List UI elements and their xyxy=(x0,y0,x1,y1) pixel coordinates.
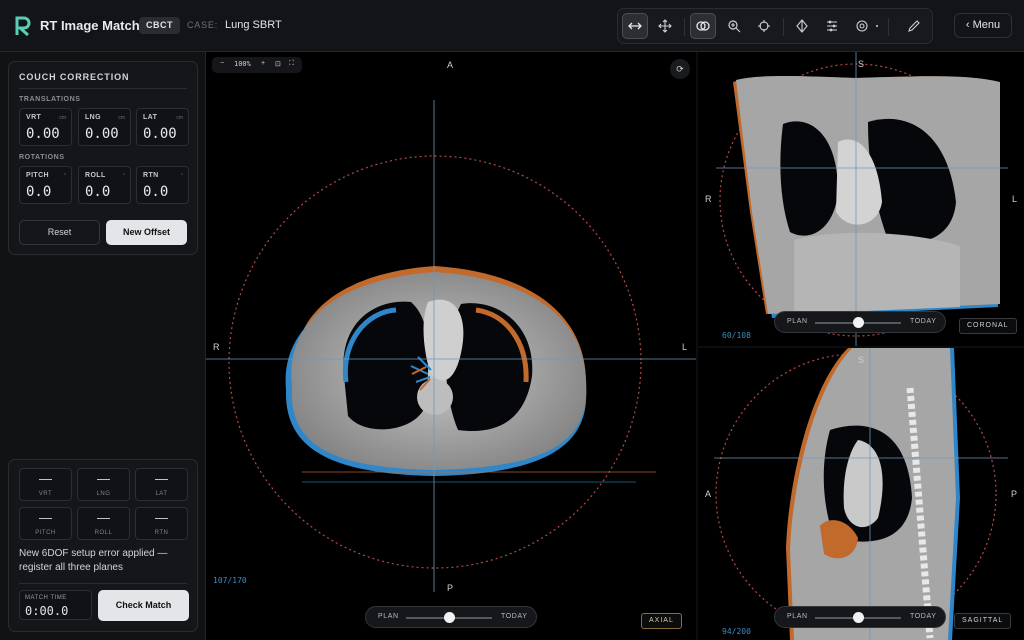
axial-viewport[interactable]: A P R L 107/170 PLAN TODAY AXIAL xyxy=(206,52,696,640)
residual-lat: — LAT xyxy=(135,468,188,501)
axial-blend-slider[interactable]: PLAN TODAY xyxy=(365,606,537,628)
menu-button[interactable]: ‹ Menu xyxy=(954,13,1012,38)
app-logo-icon xyxy=(15,16,31,36)
case-label: CASE: xyxy=(187,20,219,30)
zoom-out-button[interactable]: − xyxy=(220,60,224,67)
fullscreen-icon[interactable]: ⛶ xyxy=(289,60,294,68)
axial-orient-top: A xyxy=(447,60,454,70)
sagittal-blend-slider[interactable]: PLAN TODAY xyxy=(774,606,946,628)
new-offset-button[interactable]: New Offset xyxy=(106,220,187,245)
sagittal-orient-right: P xyxy=(1011,489,1018,499)
roll-field[interactable]: ROLL ° 0.0 xyxy=(78,166,131,204)
coronal-viewport[interactable]: S R L 60/108 PLAN TODAY CORONAL xyxy=(698,52,1024,346)
coronal-orient-top: S xyxy=(858,59,865,69)
zoom-level: 100% xyxy=(234,60,251,68)
zoom-in-button[interactable]: + xyxy=(261,60,265,67)
sidebar: COUCH CORRECTION TRANSLATIONS VRT cm 0.00… xyxy=(0,52,206,640)
swap-arrows-icon[interactable] xyxy=(622,13,648,39)
contrast-icon[interactable] xyxy=(789,13,815,39)
coronal-orient-left: R xyxy=(705,194,712,204)
fit-icon[interactable]: ⊡ xyxy=(275,60,281,68)
pencil-icon[interactable] xyxy=(901,13,927,39)
axial-orient-left: R xyxy=(213,342,220,352)
translations-label: TRANSLATIONS xyxy=(19,96,81,103)
coronal-blend-knob[interactable] xyxy=(852,317,864,328)
match-status-panel: — VRT — LNG — LAT — PITCH — ROLL — RTN New 6DO… xyxy=(8,459,198,632)
overlay-icon[interactable] xyxy=(690,13,716,39)
reset-view-icon[interactable]: ⟳ xyxy=(670,59,690,79)
lat-field[interactable]: LAT cm 0.00 xyxy=(136,108,189,146)
status-message: New 6DOF setup error applied — register … xyxy=(19,548,168,573)
sagittal-viewport[interactable]: S A P 94/200 PLAN TODAY SAGITTAL xyxy=(698,348,1024,640)
case-name: Lung SBRT xyxy=(225,19,282,31)
couch-correction-title: COUCH CORRECTION xyxy=(19,72,130,82)
app-title: RT Image Match xyxy=(40,18,140,33)
modality-badge: CBCT xyxy=(139,17,180,34)
couch-correction-panel: COUCH CORRECTION TRANSLATIONS VRT cm 0.00… xyxy=(8,61,198,255)
sagittal-slice-counter: 94/200 xyxy=(722,627,751,636)
coronal-slice-counter: 60/108 xyxy=(722,331,751,340)
sagittal-scan-image xyxy=(714,348,1008,640)
axial-orient-right: L xyxy=(682,342,688,352)
pitch-field[interactable]: PITCH ° 0.0 xyxy=(19,166,72,204)
target-icon[interactable] xyxy=(849,13,875,39)
sagittal-view-label[interactable]: SAGITTAL xyxy=(954,613,1012,629)
vrt-field[interactable]: VRT cm 0.00 xyxy=(19,108,72,146)
move-icon[interactable] xyxy=(652,13,678,39)
coronal-orient-right: L xyxy=(1012,194,1018,204)
zoom-icon[interactable] xyxy=(721,13,747,39)
axial-view-label[interactable]: AXIAL xyxy=(641,613,682,629)
axial-blend-knob[interactable] xyxy=(443,612,455,623)
residual-vrt: — VRT xyxy=(19,468,72,501)
reset-button[interactable]: Reset xyxy=(19,220,100,245)
app-header: RT Image Match CBCT CASE: Lung SBRT ‹ Me… xyxy=(0,0,1024,52)
residual-pitch: — PITCH xyxy=(19,507,72,540)
axial-orient-bottom: P xyxy=(447,583,454,593)
sagittal-orient-left: A xyxy=(705,489,712,499)
zoom-control: − 100% + ⊡ ⛶ xyxy=(212,57,302,73)
residual-rtn: — RTN xyxy=(135,507,188,540)
viewer-toolbar xyxy=(617,8,933,44)
coronal-scan-image xyxy=(716,52,1008,346)
rotations-label: ROTATIONS xyxy=(19,154,65,161)
residual-lng: — LNG xyxy=(77,468,130,501)
check-match-button[interactable]: Check Match xyxy=(98,590,189,621)
crosshair-icon[interactable] xyxy=(751,13,777,39)
sliders-icon[interactable] xyxy=(819,13,845,39)
lng-field[interactable]: LNG cm 0.00 xyxy=(78,108,131,146)
axial-scan-image xyxy=(206,100,696,592)
residual-roll: — ROLL xyxy=(77,507,130,540)
axial-slice-counter: 107/170 xyxy=(213,576,247,585)
coronal-blend-slider[interactable]: PLAN TODAY xyxy=(774,311,946,333)
sagittal-blend-knob[interactable] xyxy=(852,612,864,623)
rtn-field[interactable]: RTN ° 0.0 xyxy=(136,166,189,204)
sagittal-orient-top: S xyxy=(858,355,865,365)
match-time: MATCH TIME 0:00.0 xyxy=(19,590,92,620)
coronal-view-label[interactable]: CORONAL xyxy=(959,318,1017,334)
